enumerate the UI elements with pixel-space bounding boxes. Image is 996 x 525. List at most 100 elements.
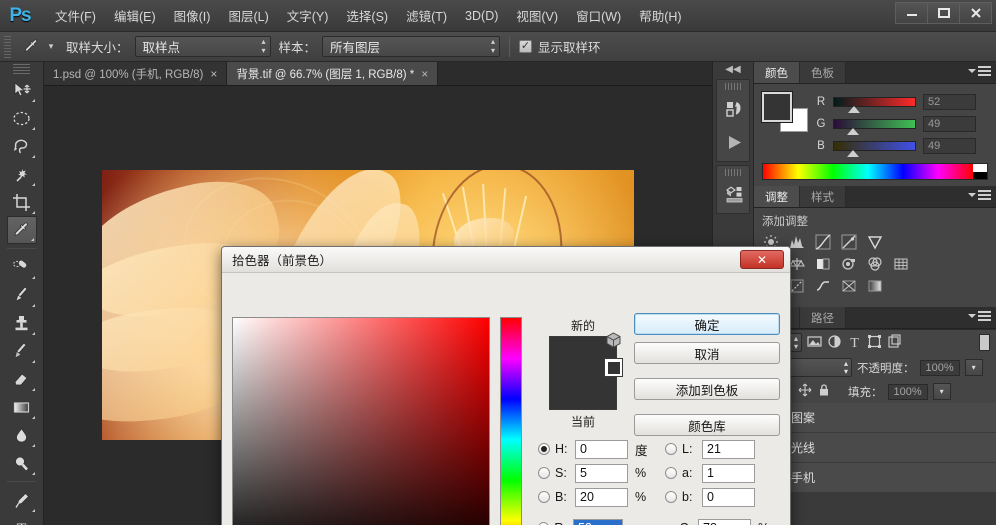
color-slider-r[interactable]: R 52 bbox=[816, 94, 976, 113]
menu-item-file[interactable]: 文件(F) bbox=[46, 2, 105, 29]
options-bar-grip[interactable] bbox=[4, 35, 11, 58]
close-icon[interactable] bbox=[959, 2, 992, 24]
close-icon[interactable]: ✕ bbox=[740, 250, 784, 269]
color-slider-b[interactable]: B 49 bbox=[816, 138, 976, 157]
hue-slider[interactable] bbox=[500, 317, 522, 525]
filter-type-icon[interactable]: T bbox=[847, 334, 862, 352]
panel-menu-icon[interactable] bbox=[968, 66, 991, 76]
clone-stamp-tool[interactable] bbox=[7, 309, 37, 337]
menu-item-image[interactable]: 图像(I) bbox=[165, 2, 220, 29]
gradient-tool[interactable] bbox=[7, 393, 37, 421]
type-tool[interactable]: T bbox=[7, 514, 37, 525]
mini-bridge-icon[interactable] bbox=[717, 177, 751, 211]
cancel-button[interactable]: 取消 bbox=[634, 342, 780, 364]
document-tab-1[interactable]: 1.psd @ 100% (手机, RGB/8) × bbox=[44, 62, 228, 85]
threshold-icon[interactable] bbox=[814, 277, 831, 294]
opacity-value[interactable]: 100% bbox=[919, 359, 960, 376]
fill-chevron-icon[interactable]: ▾ bbox=[932, 383, 951, 400]
tools-panel-grip[interactable] bbox=[13, 64, 30, 74]
menu-item-select[interactable]: 选择(S) bbox=[337, 2, 397, 29]
spectrum-white-black[interactable] bbox=[973, 164, 987, 179]
history-brush-tool[interactable] bbox=[7, 337, 37, 365]
dodge-tool[interactable] bbox=[7, 449, 37, 477]
crop-tool[interactable] bbox=[7, 188, 37, 216]
curves-icon[interactable] bbox=[814, 233, 831, 250]
filter-pixel-icon[interactable] bbox=[807, 334, 822, 352]
tab-styles[interactable]: 样式 bbox=[800, 186, 846, 207]
ok-button[interactable]: 确定 bbox=[634, 313, 780, 335]
add-to-swatches-button[interactable]: 添加到色板 bbox=[634, 378, 780, 400]
foreground-color-swatch[interactable] bbox=[761, 91, 793, 123]
dock-group-2-grip[interactable] bbox=[725, 169, 741, 176]
color-slider-r-track[interactable] bbox=[833, 97, 916, 113]
input-lab-b[interactable]: 0 bbox=[702, 487, 755, 507]
input-a[interactable]: 1 bbox=[702, 463, 755, 483]
exposure-icon[interactable] bbox=[840, 233, 857, 250]
channel-mixer-icon[interactable] bbox=[866, 255, 883, 272]
menu-item-type[interactable]: 文字(Y) bbox=[278, 2, 338, 29]
eyedropper-icon[interactable] bbox=[18, 36, 44, 58]
tab-color[interactable]: 颜色 bbox=[754, 62, 800, 83]
color-value-b[interactable]: 49 bbox=[923, 138, 976, 154]
tool-preset-chevron-icon[interactable]: ▾ bbox=[44, 36, 58, 58]
lasso-tool[interactable] bbox=[7, 132, 37, 160]
selective-color-icon[interactable] bbox=[866, 277, 883, 294]
input-h[interactable]: 0 bbox=[575, 439, 628, 459]
tab-swatches[interactable]: 色板 bbox=[800, 62, 846, 83]
color-slider-b-track[interactable] bbox=[833, 141, 916, 157]
color-slider-g-thumb[interactable] bbox=[847, 128, 859, 135]
tab-paths[interactable]: 路径 bbox=[800, 307, 846, 328]
menu-item-layer[interactable]: 图层(L) bbox=[219, 2, 277, 29]
photo-filter-icon[interactable] bbox=[840, 255, 857, 272]
radio-s[interactable] bbox=[538, 467, 550, 479]
gamut-warning-icon[interactable] bbox=[604, 331, 626, 353]
menu-item-3d[interactable]: 3D(D) bbox=[456, 5, 507, 27]
close-icon[interactable]: × bbox=[421, 68, 428, 80]
black-white-icon[interactable] bbox=[814, 255, 831, 272]
filter-shape-icon[interactable] bbox=[867, 334, 882, 352]
spectrum-gradient[interactable] bbox=[763, 164, 973, 179]
maximize-icon[interactable] bbox=[927, 2, 960, 24]
color-field[interactable] bbox=[232, 317, 490, 525]
pen-tool[interactable] bbox=[7, 486, 37, 514]
magic-wand-tool[interactable] bbox=[7, 160, 37, 188]
move-tool[interactable] bbox=[7, 76, 37, 104]
tab-adjustments[interactable]: 调整 bbox=[754, 186, 800, 207]
input-r[interactable]: 52 bbox=[572, 518, 623, 525]
color-swatches[interactable] bbox=[761, 91, 808, 132]
actions-play-icon[interactable] bbox=[717, 125, 751, 159]
menu-item-edit[interactable]: 编辑(E) bbox=[105, 2, 165, 29]
web-safe-warning-icon[interactable] bbox=[604, 358, 623, 377]
brush-tool[interactable] bbox=[7, 281, 37, 309]
opacity-chevron-icon[interactable]: ▾ bbox=[964, 359, 983, 376]
color-value-g[interactable]: 49 bbox=[923, 116, 976, 132]
input-l[interactable]: 21 bbox=[702, 439, 755, 459]
panel-menu-icon[interactable] bbox=[968, 190, 991, 200]
menu-item-filter[interactable]: 滤镜(T) bbox=[397, 2, 456, 29]
collapse-panels-icon[interactable]: ◀◀ bbox=[713, 62, 753, 76]
lock-position-icon[interactable] bbox=[798, 383, 812, 400]
radio-l[interactable] bbox=[665, 443, 677, 455]
sample-select[interactable]: 所有图层 ▴ ▾ bbox=[322, 36, 501, 57]
radio-b[interactable] bbox=[538, 491, 550, 503]
color-spectrum-ramp[interactable] bbox=[762, 163, 988, 180]
input-s[interactable]: 5 bbox=[575, 463, 628, 483]
layer-filter-toggle[interactable] bbox=[979, 334, 990, 351]
color-slider-r-thumb[interactable] bbox=[848, 106, 860, 113]
radio-a[interactable] bbox=[665, 467, 677, 479]
color-slider-b-thumb[interactable] bbox=[847, 150, 859, 157]
sample-size-select[interactable]: 取样点 ▴ ▾ bbox=[134, 36, 271, 57]
panel-menu-icon[interactable] bbox=[968, 311, 991, 321]
color-lookup-icon[interactable] bbox=[892, 255, 909, 272]
lock-all-icon[interactable] bbox=[817, 383, 831, 400]
menu-item-window[interactable]: 窗口(W) bbox=[567, 2, 630, 29]
vibrance-icon[interactable] bbox=[866, 233, 883, 250]
input-b[interactable]: 20 bbox=[575, 487, 628, 507]
dock-group-1-grip[interactable] bbox=[725, 83, 741, 90]
menu-item-help[interactable]: 帮助(H) bbox=[630, 2, 690, 29]
menu-item-view[interactable]: 视图(V) bbox=[507, 2, 567, 29]
fill-value[interactable]: 100% bbox=[887, 383, 928, 400]
eraser-tool[interactable] bbox=[7, 365, 37, 393]
blur-tool[interactable] bbox=[7, 421, 37, 449]
elliptical-marquee-tool[interactable] bbox=[7, 104, 37, 132]
